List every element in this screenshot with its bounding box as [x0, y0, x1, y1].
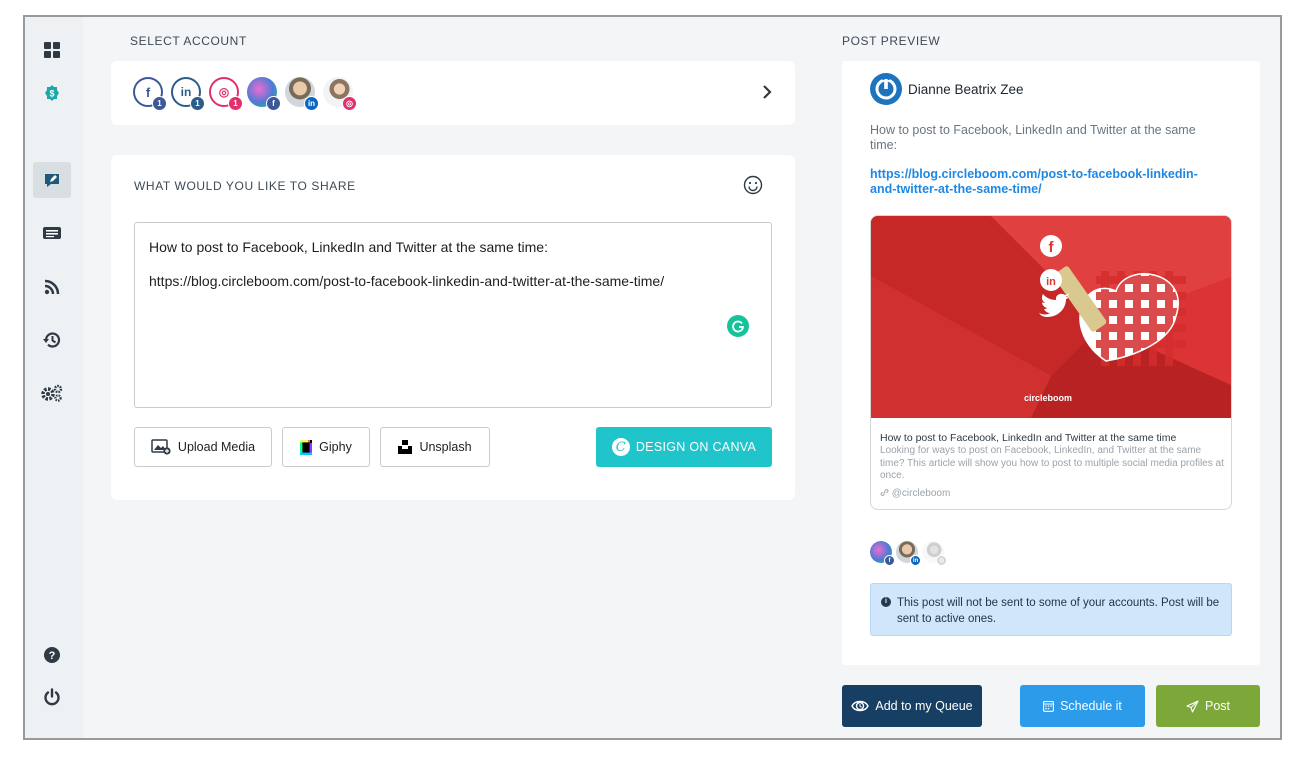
- select-account-label: SELECT ACCOUNT: [130, 34, 247, 48]
- image-brand-text: circleboom: [1024, 393, 1073, 403]
- canva-logo-icon: C: [611, 438, 630, 456]
- inactive-accounts-notice: i This post will not be sent to some of …: [870, 583, 1232, 636]
- account-selector[interactable]: f 1 in 1 ◎ 1 f in ◎: [111, 61, 795, 125]
- link-icon: [880, 489, 889, 496]
- sidebar: $ ?: [25, 17, 83, 738]
- app-window: $ ? SELECT ACCOUNT f 1 in 1 ◎ 1 f in ◎ W…: [23, 15, 1282, 740]
- post-text-line: How to post to Facebook, LinkedIn and Tw…: [149, 239, 548, 255]
- info-icon: i: [881, 597, 891, 607]
- add-to-queue-button[interactable]: Add to my Queue: [842, 685, 982, 727]
- schedule-button[interactable]: Schedule it: [1020, 685, 1145, 727]
- unsplash-icon: [398, 440, 413, 454]
- link-card-description: Looking for ways to post on Facebook, Li…: [880, 445, 1224, 481]
- billing-icon[interactable]: $: [33, 75, 71, 111]
- giphy-button[interactable]: Giphy: [282, 427, 370, 467]
- history-icon[interactable]: [33, 322, 71, 358]
- account-facebook-profile[interactable]: f: [247, 77, 281, 111]
- logout-icon[interactable]: [33, 679, 71, 715]
- preview-link[interactable]: https://blog.circleboom.com/post-to-face…: [870, 167, 1210, 197]
- preview-user-name: Dianne Beatrix Zee: [908, 81, 1024, 97]
- settings-icon[interactable]: [33, 375, 71, 411]
- post-text-link: https://blog.circleboom.com/post-to-face…: [149, 273, 665, 290]
- svg-text:?: ?: [49, 650, 56, 662]
- svg-text:in: in: [1046, 276, 1056, 288]
- account-facebook-page[interactable]: f 1: [133, 77, 167, 111]
- rss-icon[interactable]: [33, 269, 71, 305]
- queue-eye-icon: [851, 700, 870, 712]
- emoji-icon[interactable]: [743, 175, 763, 195]
- calendar-icon: [1043, 700, 1055, 712]
- giphy-icon: [300, 439, 313, 455]
- selected-accounts: f in ◎: [870, 541, 947, 566]
- account-list: f 1 in 1 ◎ 1 f in ◎: [133, 77, 357, 111]
- main-area: SELECT ACCOUNT f 1 in 1 ◎ 1 f in ◎ WHAT …: [83, 17, 1280, 738]
- post-text-input[interactable]: How to post to Facebook, LinkedIn and Tw…: [134, 222, 772, 408]
- image-upload-icon: [151, 439, 171, 455]
- unsplash-button[interactable]: Unsplash: [380, 427, 490, 467]
- account-instagram-profile[interactable]: ◎: [323, 77, 357, 111]
- account-linkedin-page[interactable]: in 1: [171, 77, 205, 111]
- link-card-domain: @circleboom: [880, 488, 950, 499]
- preview-user: Dianne Beatrix Zee: [870, 73, 1024, 105]
- post-preview-card: Dianne Beatrix Zee How to post to Facebo…: [842, 61, 1260, 665]
- link-preview-card[interactable]: f in circleboom How to post to Facebook,…: [870, 215, 1232, 510]
- compose-icon[interactable]: [33, 162, 71, 198]
- account-instagram[interactable]: ◎ 1: [209, 77, 243, 111]
- help-icon[interactable]: ?: [33, 637, 71, 673]
- post-preview-label: POST PREVIEW: [842, 34, 941, 48]
- avatar: [870, 73, 902, 105]
- send-icon: [1186, 699, 1199, 713]
- upload-media-button[interactable]: Upload Media: [134, 427, 272, 467]
- svg-text:$: $: [49, 89, 54, 99]
- account-linkedin-profile[interactable]: in: [285, 77, 319, 111]
- selected-account-facebook: f: [870, 541, 895, 566]
- selected-account-linkedin: in: [896, 541, 921, 566]
- composer-card: WHAT WOULD YOU LIKE TO SHARE How to post…: [111, 155, 795, 500]
- preview-text: How to post to Facebook, LinkedIn and Tw…: [870, 123, 1196, 152]
- queue-icon[interactable]: [33, 215, 71, 251]
- post-button[interactable]: Post: [1156, 685, 1260, 727]
- design-on-canva-button[interactable]: C DESIGN ON CANVA: [596, 427, 772, 467]
- selected-account-instagram-inactive: ◎: [922, 541, 947, 566]
- grammarly-icon[interactable]: [727, 315, 749, 337]
- link-card-title: How to post to Facebook, LinkedIn and Tw…: [880, 432, 1177, 444]
- link-preview-image: f in circleboom: [871, 216, 1231, 418]
- composer-title: WHAT WOULD YOU LIKE TO SHARE: [134, 179, 356, 193]
- chevron-right-icon[interactable]: [761, 82, 773, 102]
- dashboard-icon[interactable]: [33, 32, 71, 68]
